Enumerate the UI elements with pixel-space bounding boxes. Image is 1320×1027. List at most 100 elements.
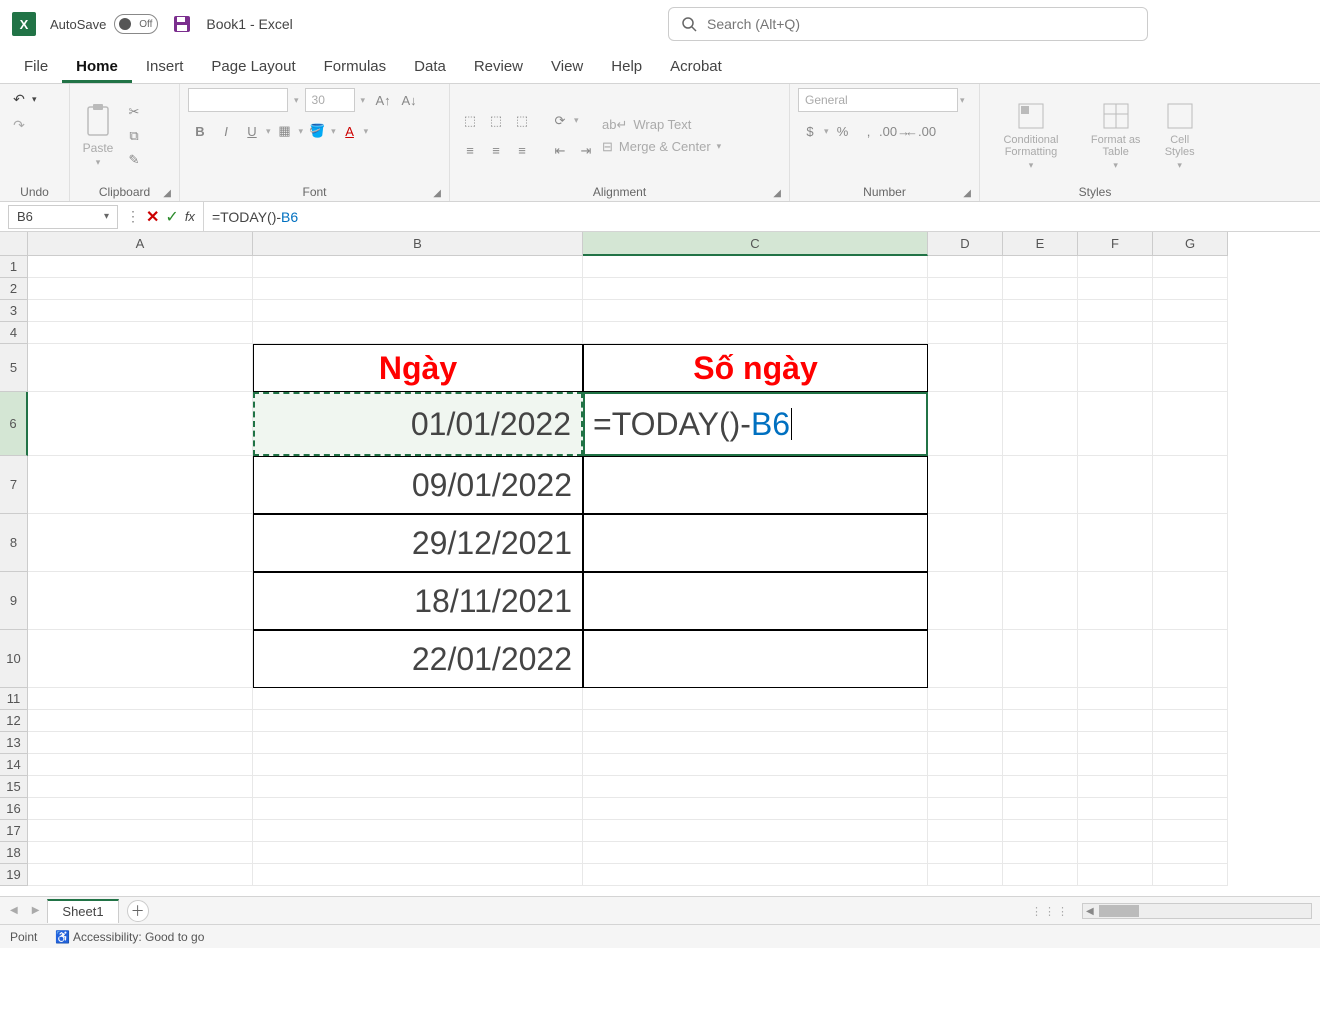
cell-B17[interactable] [253, 820, 583, 842]
sheet-resize-handle[interactable]: ⋮⋮⋮ [1031, 905, 1070, 918]
cell-C17[interactable] [583, 820, 928, 842]
row-header-16[interactable]: 16 [0, 798, 28, 820]
cell-A15[interactable] [28, 776, 253, 798]
cell-F8[interactable] [1078, 514, 1153, 572]
accessibility-status[interactable]: ♿ Accessibility: Good to go [55, 930, 204, 944]
cell-C12[interactable] [583, 710, 928, 732]
wrap-text-button[interactable]: ab↵Wrap Text [602, 117, 742, 133]
cell-C18[interactable] [583, 842, 928, 864]
row-header-19[interactable]: 19 [0, 864, 28, 886]
row-header-12[interactable]: 12 [0, 710, 28, 732]
cell-D11[interactable] [928, 688, 1003, 710]
decrease-decimal-icon[interactable]: ←.00 [909, 120, 933, 142]
cell-C19[interactable] [583, 864, 928, 886]
conditional-formatting-button[interactable]: Conditional Formatting▾ [988, 98, 1074, 173]
tab-acrobat[interactable]: Acrobat [656, 52, 736, 83]
copy-icon[interactable]: ⧉ [122, 125, 146, 147]
col-header-D[interactable]: D [928, 232, 1003, 256]
cell-F7[interactable] [1078, 456, 1153, 514]
row-header-1[interactable]: 1 [0, 256, 28, 278]
scrollbar-thumb[interactable] [1099, 905, 1139, 917]
cell-F3[interactable] [1078, 300, 1153, 322]
cell-D10[interactable] [928, 630, 1003, 688]
fill-color-button[interactable]: 🪣 [305, 120, 329, 142]
cell-C4[interactable] [583, 322, 928, 344]
cell-D6[interactable] [928, 392, 1003, 456]
merge-center-button[interactable]: ⊟Merge & Center▾ [602, 139, 742, 155]
cell-A13[interactable] [28, 732, 253, 754]
cell-G1[interactable] [1153, 256, 1228, 278]
italic-button[interactable]: I [214, 120, 238, 142]
borders-button[interactable]: ▦ [273, 120, 297, 142]
cell-A9[interactable] [28, 572, 253, 630]
row-header-6[interactable]: 6 [0, 392, 28, 456]
cell-E5[interactable] [1003, 344, 1078, 392]
row-header-9[interactable]: 9 [0, 572, 28, 630]
cell-styles-button[interactable]: Cell Styles▾ [1157, 98, 1202, 173]
col-header-A[interactable]: A [28, 232, 253, 256]
tab-review[interactable]: Review [460, 52, 537, 83]
cell-F4[interactable] [1078, 322, 1153, 344]
cell-D7[interactable] [928, 456, 1003, 514]
cell-B11[interactable] [253, 688, 583, 710]
cell-B19[interactable] [253, 864, 583, 886]
cell-E15[interactable] [1003, 776, 1078, 798]
cell-D5[interactable] [928, 344, 1003, 392]
prev-sheet-icon[interactable]: ◀ [4, 905, 24, 916]
cell-B16[interactable] [253, 798, 583, 820]
cell-C15[interactable] [583, 776, 928, 798]
row-header-7[interactable]: 7 [0, 456, 28, 514]
cell-E6[interactable] [1003, 392, 1078, 456]
align-middle-icon[interactable]: ⬚ [484, 110, 508, 132]
tab-page-layout[interactable]: Page Layout [197, 52, 309, 83]
align-left-icon[interactable]: ≡ [458, 140, 482, 162]
cell-B2[interactable] [253, 278, 583, 300]
tab-insert[interactable]: Insert [132, 52, 198, 83]
cell-A17[interactable] [28, 820, 253, 842]
cell-A1[interactable] [28, 256, 253, 278]
spreadsheet-grid[interactable]: ABCDEFG 12345678910111213141516171819 Ng… [0, 232, 1320, 896]
bold-button[interactable]: B [188, 120, 212, 142]
cell-B1[interactable] [253, 256, 583, 278]
cell-E17[interactable] [1003, 820, 1078, 842]
cell-c9-empty[interactable] [583, 572, 928, 630]
select-all-corner[interactable] [0, 232, 28, 256]
autosave-toggle[interactable]: Off [114, 14, 158, 34]
cell-E12[interactable] [1003, 710, 1078, 732]
cell-E3[interactable] [1003, 300, 1078, 322]
cell-G15[interactable] [1153, 776, 1228, 798]
col-header-F[interactable]: F [1078, 232, 1153, 256]
cell-C16[interactable] [583, 798, 928, 820]
cell-F5[interactable] [1078, 344, 1153, 392]
cell-B3[interactable] [253, 300, 583, 322]
cell-A3[interactable] [28, 300, 253, 322]
cell-D9[interactable] [928, 572, 1003, 630]
search-box[interactable] [668, 7, 1148, 41]
cell-C14[interactable] [583, 754, 928, 776]
tab-view[interactable]: View [537, 52, 597, 83]
tab-file[interactable]: File [10, 52, 62, 83]
add-sheet-button[interactable]: ＋ [127, 900, 149, 922]
cell-D12[interactable] [928, 710, 1003, 732]
row-header-8[interactable]: 8 [0, 514, 28, 572]
increase-indent-icon[interactable]: ⇥ [574, 140, 598, 162]
redo-button[interactable]: ↷ [8, 114, 30, 136]
cell-G19[interactable] [1153, 864, 1228, 886]
font-color-button[interactable]: A [338, 120, 362, 142]
cell-B18[interactable] [253, 842, 583, 864]
cell-F16[interactable] [1078, 798, 1153, 820]
cell-E7[interactable] [1003, 456, 1078, 514]
cell-F17[interactable] [1078, 820, 1153, 842]
tab-help[interactable]: Help [597, 52, 656, 83]
save-icon[interactable] [172, 14, 192, 34]
cell-G17[interactable] [1153, 820, 1228, 842]
cell-b10-data[interactable]: 22/01/2022 [253, 630, 583, 688]
cell-G13[interactable] [1153, 732, 1228, 754]
increase-decimal-icon[interactable]: .00→ [883, 120, 907, 142]
cell-D14[interactable] [928, 754, 1003, 776]
cell-E8[interactable] [1003, 514, 1078, 572]
font-launcher-icon[interactable]: ◢ [433, 188, 441, 199]
cell-D16[interactable] [928, 798, 1003, 820]
currency-icon[interactable]: $ [798, 120, 822, 142]
cell-b7-data[interactable]: 09/01/2022 [253, 456, 583, 514]
